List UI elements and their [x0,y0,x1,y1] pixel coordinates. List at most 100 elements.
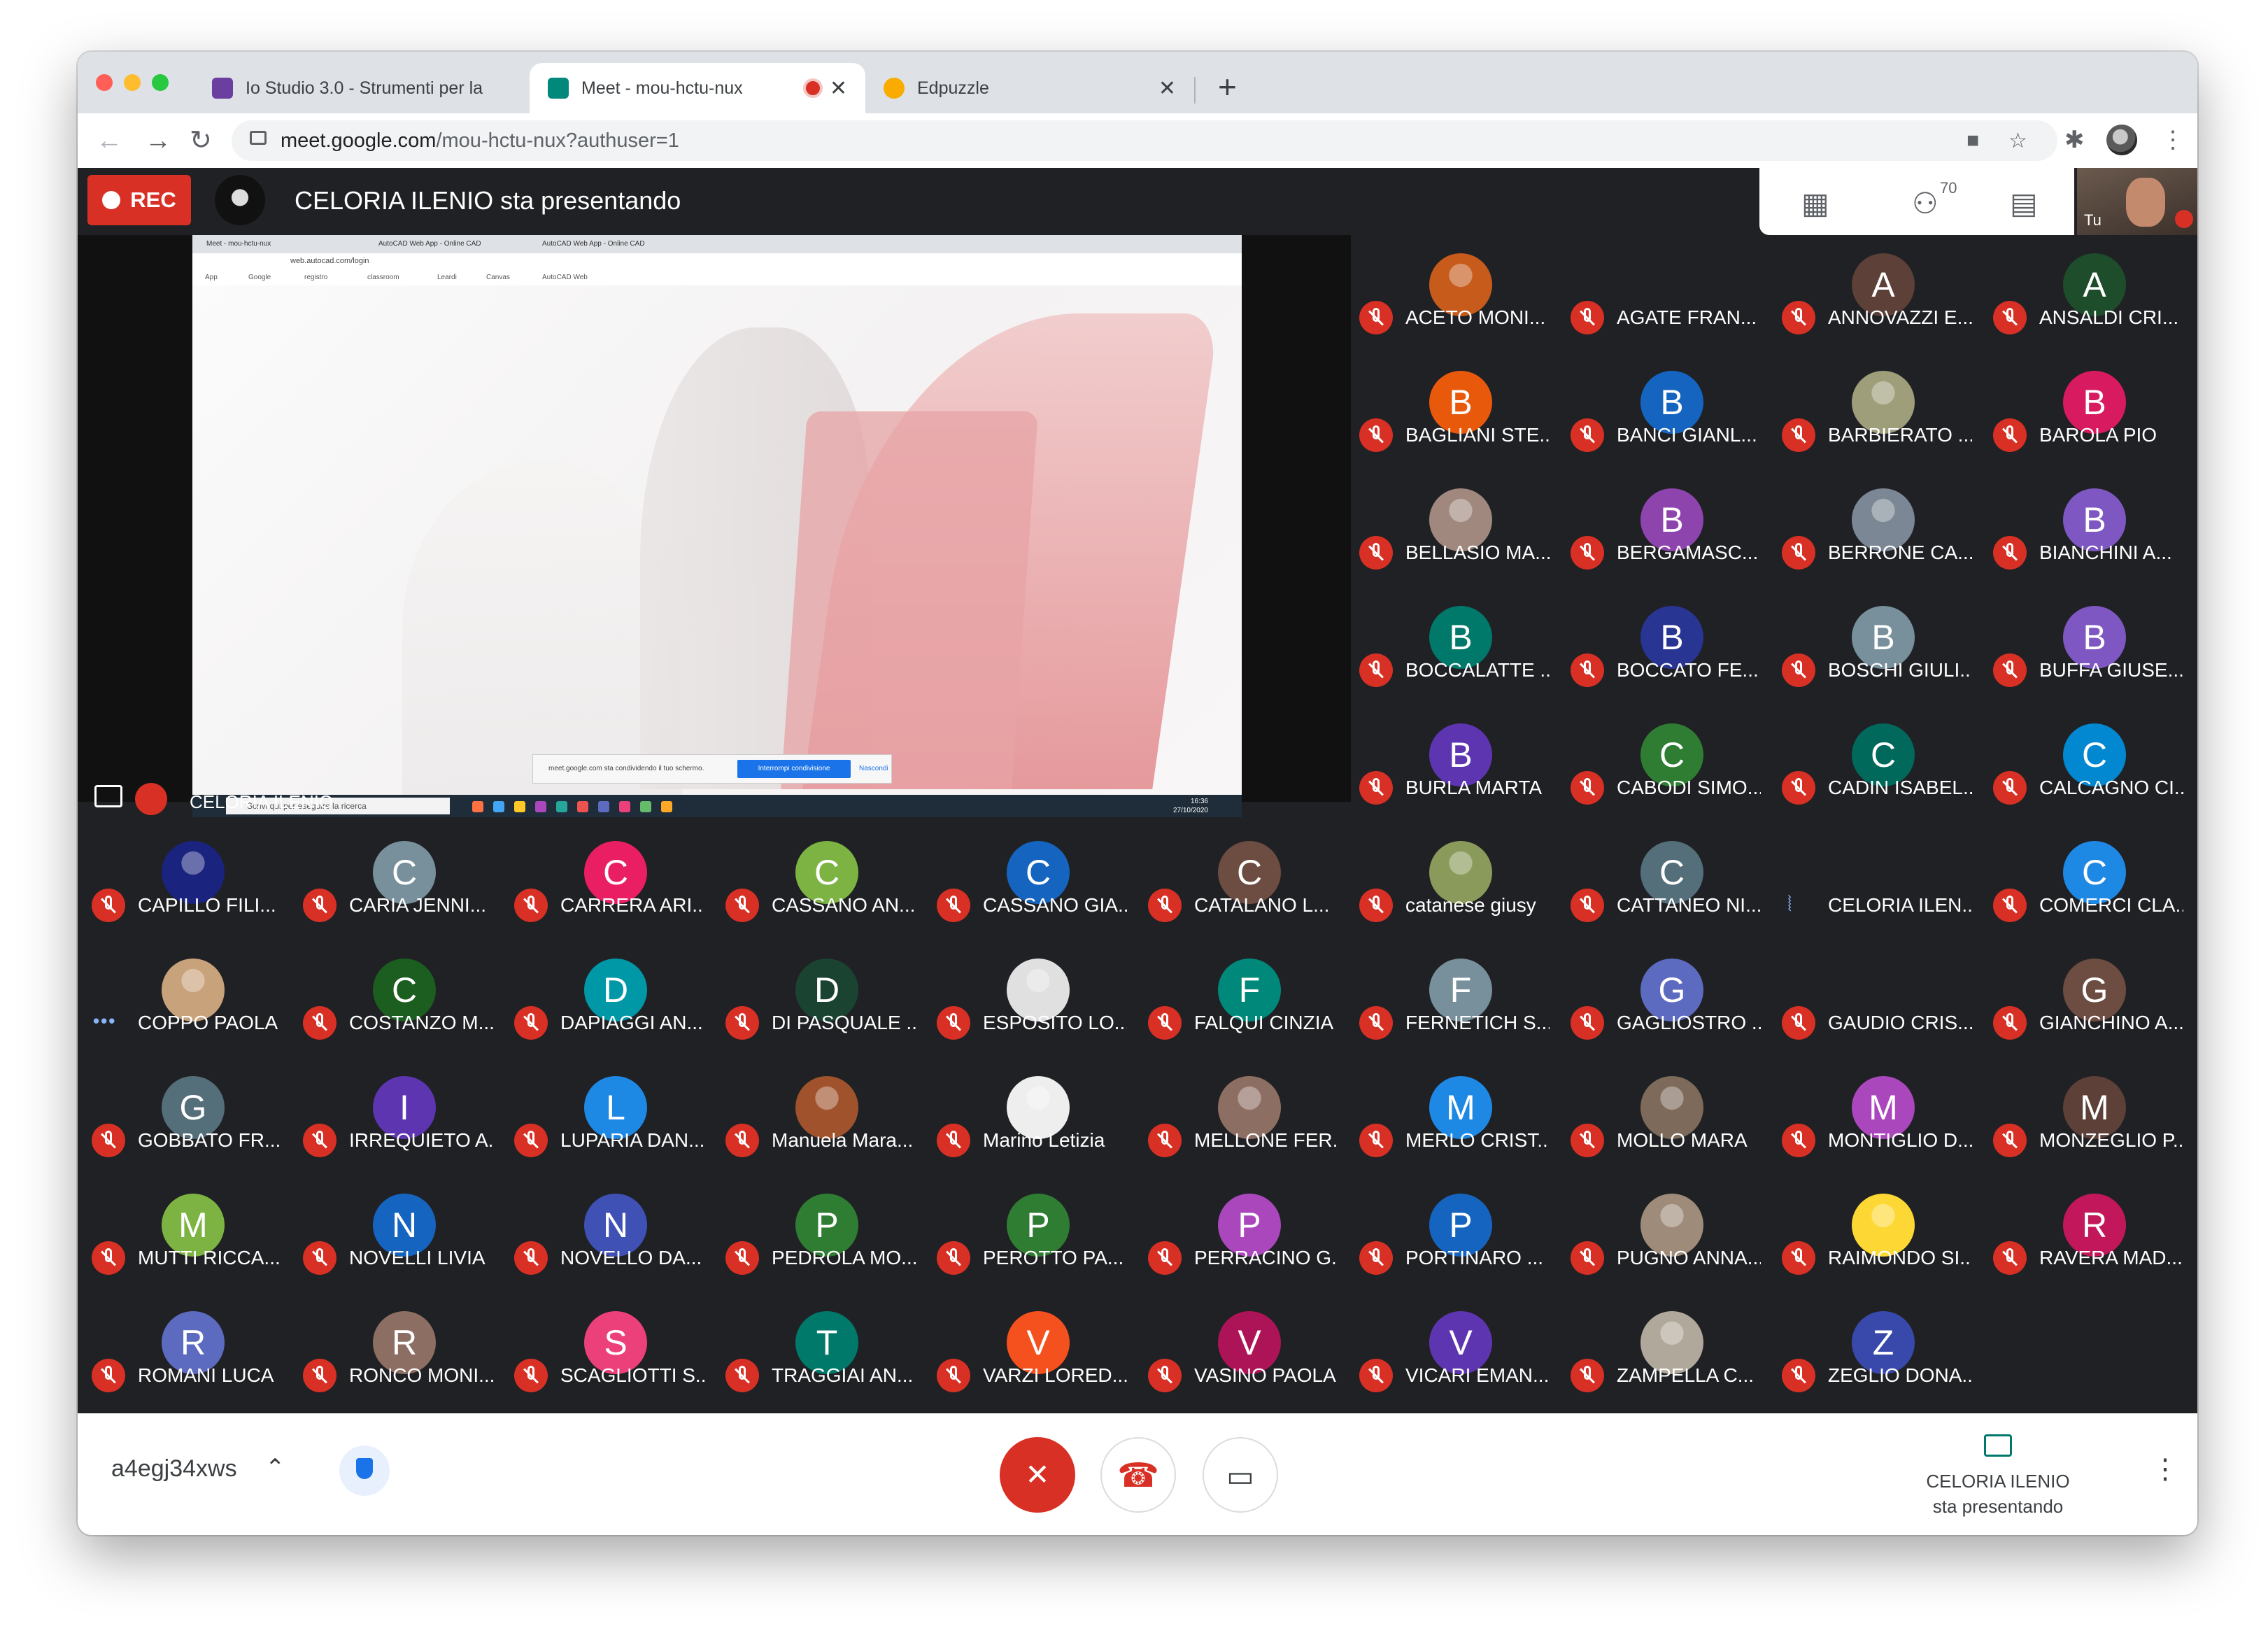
participant-tile[interactable]: C CARRERA ARI... [502,823,711,940]
participant-tile[interactable]: C COMERCI CLA... [1980,823,2190,940]
participant-tile[interactable]: A ANNOVAZZI E... [1769,235,1979,353]
participant-tile[interactable]: BARBIERATO ... [1769,353,1979,470]
participant-tile[interactable]: A ANSALDI CRI... [1980,235,2190,353]
participant-tile[interactable]: B BOCCALATTE ... [1347,588,1557,705]
participant-tile[interactable]: B BOCCATO FE... [1558,588,1768,705]
participant-tile[interactable]: D DAPIAGGI AN... [502,940,711,1058]
participant-tile[interactable]: B BOSCHI GIULI... [1769,588,1979,705]
participant-tile[interactable]: B BIANCHINI A... [1980,470,2190,588]
tab-meet[interactable]: Meet - mou-hctu-nux ✕ [530,63,865,113]
participant-tile[interactable]: B BUFFA GIUSE... [1980,588,2190,705]
participant-tile[interactable]: C CATTANEO NI... [1558,823,1768,940]
participant-tile[interactable]: C CADIN ISABEL... [1769,705,1979,823]
participant-tile[interactable]: G GIANCHINO A... [1980,940,2190,1058]
participant-tile[interactable]: C CALCAGNO CI... [1980,705,2190,823]
participant-tile[interactable]: ⦚ CELORIA ILEN... [1769,823,1979,940]
participant-tile[interactable]: RAIMONDO SI... [1769,1175,1979,1293]
participant-tile[interactable]: MOLLO MARA [1558,1058,1768,1175]
participant-tile[interactable]: ZAMPELLA C... [1558,1293,1768,1411]
participant-tile[interactable]: V VASINO PAOLA [1135,1293,1345,1411]
participant-tile[interactable]: T TRAGGIAI AN... [713,1293,923,1411]
people-icon[interactable]: ⚇ [1912,186,1939,220]
shield-icon[interactable] [339,1445,390,1496]
participant-tile[interactable]: catanese giusy [1347,823,1557,940]
participant-tile[interactable]: AGATE FRAN... [1558,235,1768,353]
participant-tile[interactable]: B BAGLIANI STE... [1347,353,1557,470]
participant-tile[interactable]: ••• COPPO PAOLA [79,940,289,1058]
camera-toggle-button[interactable]: ▭ [1203,1437,1278,1513]
leave-call-button[interactable]: ☎ [1100,1437,1176,1513]
self-view-tile[interactable]: Tu [2077,168,2197,235]
bookmark-star-icon[interactable]: ☆ [2008,129,2027,153]
participant-tile[interactable]: D DI PASQUALE ... [713,940,923,1058]
participant-tile[interactable]: L LUPARIA DAN... [502,1058,711,1175]
more-options-icon[interactable]: ⋮ [2151,1455,2179,1483]
reload-button[interactable]: ↻ [190,123,212,158]
participant-tile[interactable]: M MUTTI RICCA... [79,1175,289,1293]
participant-tile[interactable]: BERRONE CA... [1769,470,1979,588]
meeting-code[interactable]: a4egj34xws [111,1455,237,1483]
close-window-button[interactable] [96,74,113,91]
grid-icon[interactable]: ▦ [1801,186,1829,220]
minimize-window-button[interactable] [124,74,141,91]
profile-avatar[interactable] [2106,125,2137,155]
participant-tile[interactable]: G GOBBATO FR... [79,1058,289,1175]
participant-tile[interactable]: Z ZEGLIO DONA... [1769,1293,1979,1411]
tab-edpuzzle[interactable]: Edpuzzle ✕ [865,63,1194,113]
participant-tile[interactable]: B BANCI GIANL... [1558,353,1768,470]
participant-tile[interactable]: M MONTIGLIO D... [1769,1058,1979,1175]
participant-tile[interactable]: Marino Letizia [924,1058,1134,1175]
participant-tile[interactable]: C CATALANO L... [1135,823,1345,940]
participant-tile[interactable]: R RONCO MONI... [290,1293,500,1411]
chevron-up-icon[interactable]: ⌃ [265,1454,285,1482]
zoom-window-button[interactable] [152,74,169,91]
participant-tile[interactable]: S SCAGLIOTTI S... [502,1293,711,1411]
back-button[interactable]: ← [96,123,122,158]
participant-tile[interactable]: R ROMANI LUCA [79,1293,289,1411]
participant-tile[interactable]: C CARIA JENNI... [290,823,500,940]
stop-sharing-button[interactable]: Interrompi condivisione [737,760,851,778]
participant-tile[interactable]: BELLASIO MA... [1347,470,1557,588]
participant-tile[interactable]: N NOVELLI LIVIA [290,1175,500,1293]
participant-tile[interactable]: F FALQUI CINZIA [1135,940,1345,1058]
participant-tile[interactable]: V VICARI EMAN... [1347,1293,1557,1411]
participant-tile[interactable]: B BERGAMASC... [1558,470,1768,588]
new-tab-button[interactable]: + [1218,66,1237,108]
participant-tile[interactable]: M MONZEGLIO P... [1980,1058,2190,1175]
participant-tile[interactable]: MELLONE FER... [1135,1058,1345,1175]
participant-tile[interactable]: C CASSANO AN... [713,823,923,940]
participant-tile[interactable]: Manuela Mara... [713,1058,923,1175]
participant-tile[interactable]: I IRREQUIETO A... [290,1058,500,1175]
extensions-puzzle-icon[interactable]: ✱ [2064,126,2085,154]
screen-share-tile[interactable]: Meet - mou-hctu-nux AutoCAD Web App - On… [78,235,1351,817]
hide-button[interactable]: Nascondi [859,765,888,772]
participant-tile[interactable]: V VARZI LORED... [924,1293,1134,1411]
participant-tile[interactable]: G GAGLIOSTRO ... [1558,940,1768,1058]
mic-toggle-button[interactable]: ✕ [1000,1437,1075,1513]
participant-tile[interactable]: R RAVERA MAD... [1980,1175,2190,1293]
participant-tile[interactable]: ACETO MONI... [1347,235,1557,353]
close-tab-icon[interactable]: ✕ [1158,76,1176,101]
address-bar[interactable]: meet.google.com/mou-hctu-nux?authuser=1 … [232,120,2057,161]
presenting-status[interactable]: CELORIA ILENIO sta presentando [1918,1434,2078,1519]
participant-tile[interactable]: P PERRACINO G... [1135,1175,1345,1293]
participant-tile[interactable]: P PEDROLA MO... [713,1175,923,1293]
forward-button[interactable]: → [145,123,171,158]
participant-tile[interactable]: F FERNETICH S... [1347,940,1557,1058]
participant-tile[interactable]: M MERLO CRIST... [1347,1058,1557,1175]
participant-tile[interactable]: B BURLA MARTA [1347,705,1557,823]
participant-tile[interactable]: GAUDIO CRIS... [1769,940,1979,1058]
participant-tile[interactable]: P PEROTTO PA... [924,1175,1134,1293]
participant-tile[interactable]: N NOVELLO DA... [502,1175,711,1293]
camera-permission-icon[interactable]: ■ [1966,129,1979,153]
close-tab-icon[interactable]: ✕ [830,76,847,101]
browser-menu-icon[interactable]: ⋮ [2161,126,2185,154]
participant-tile[interactable]: P PORTINARO ... [1347,1175,1557,1293]
chat-icon[interactable]: ▤ [2010,186,2038,220]
participant-tile[interactable]: C CABODI SIMO... [1558,705,1768,823]
participant-tile[interactable]: ESPOSITO LO... [924,940,1134,1058]
participant-tile[interactable]: PUGNO ANNA... [1558,1175,1768,1293]
participant-tile[interactable]: CAPILLO FILI... [79,823,289,940]
participant-tile[interactable]: B BAROLA PIO [1980,353,2190,470]
participant-tile[interactable]: C CASSANO GIA... [924,823,1134,940]
